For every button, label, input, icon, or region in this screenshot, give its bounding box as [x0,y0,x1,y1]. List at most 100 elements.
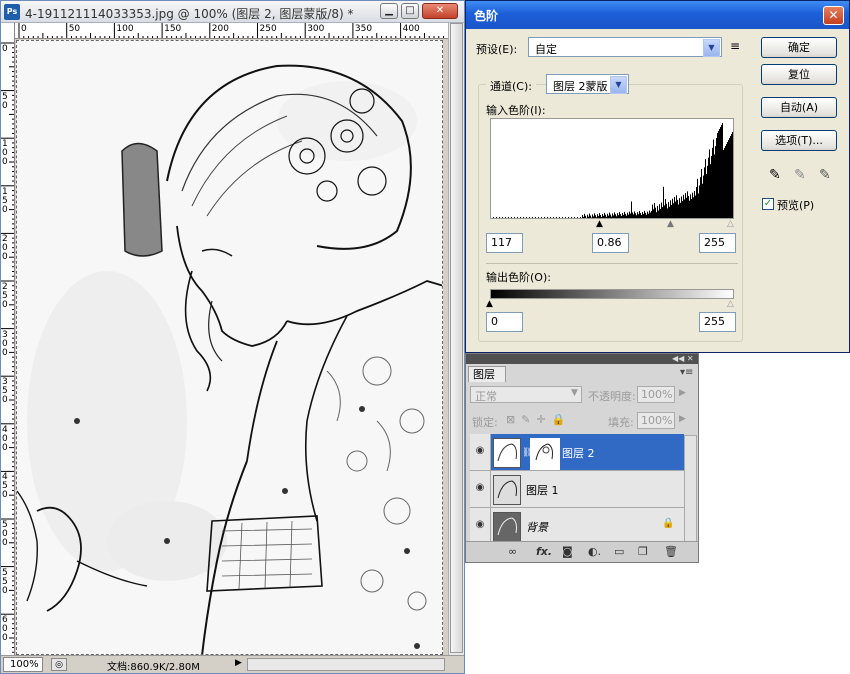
histogram-bar [544,217,545,218]
histogram-bar [621,216,622,218]
histogram-bar [652,204,653,218]
input-white-slider[interactable]: △ [727,219,734,229]
maximize-icon[interactable]: □ [401,3,419,19]
preset-options-icon[interactable]: ≡ [730,39,740,53]
chevron-down-icon: ▼ [571,388,578,398]
options-button[interactable]: 选项(T)... [761,130,837,151]
add-mask-icon[interactable]: ◙ [562,545,573,558]
levels-title-bar[interactable]: 色阶 ✕ [466,1,849,29]
minimize-icon[interactable]: ▁ [380,3,398,19]
vertical-ruler[interactable]: 0 5 0 1 0 0 1 5 0 2 0 0 2 5 0 3 0 0 3 5 0 4 0 0 4… [1,23,15,655]
histogram-bar [724,148,725,218]
ruler-label: 150 [164,24,182,34]
histogram-bar [687,191,688,218]
fill-field[interactable]: 100% [637,412,675,429]
input-white-field[interactable]: 255 [699,233,736,253]
horizontal-ruler[interactable]: 0 50 100 150 200 250 300 350 400 [15,23,449,39]
histogram-bar [655,207,656,218]
input-black-field[interactable]: 117 [486,233,523,253]
white-eyedropper-icon[interactable]: ✎ [819,167,831,183]
preview-label: 预览(P) [777,199,815,212]
histogram-bar [660,208,661,218]
new-layer-icon[interactable]: ❐ [638,545,648,558]
histogram-bar [625,213,626,218]
black-eyedropper-icon[interactable]: ✎ [769,167,781,183]
reset-button[interactable]: 复位 [761,64,837,85]
histogram-bar [635,213,636,218]
horizontal-scrollbar[interactable] [247,658,445,671]
new-group-icon[interactable]: ▭ [614,545,624,558]
layer-row-2[interactable]: ◉ ⛓ 图层 2 [470,434,684,471]
histogram-bar [605,214,606,218]
document-size-info: 文档:860.9K/2.80M [107,662,200,673]
histogram-bar [537,218,538,219]
preview-checkbox[interactable]: ✓ [762,198,774,210]
histogram-bar [697,178,698,218]
histogram-bar [526,217,527,218]
histogram-bar [672,198,673,218]
histogram-bar [675,201,676,218]
channel-label: 通道(C): [486,78,536,94]
output-black-slider[interactable]: ▲ [486,299,493,309]
panel-collapse-icon[interactable]: ◀◀ ✕ [672,354,694,363]
histogram-bar [624,211,625,218]
output-black-field[interactable]: 0 [486,312,523,332]
eye-icon[interactable]: ◉ [470,508,491,544]
status-info-icon[interactable]: ◎ [51,658,67,671]
gray-eyedropper-icon[interactable]: ✎ [794,167,806,183]
preset-select[interactable]: 自定 ▼ [528,37,722,57]
ruler-label: 5 0 [2,91,8,111]
input-gamma-slider[interactable]: ▲ [667,219,674,229]
divider [486,263,738,264]
layer-row-background[interactable]: ◉ 背景 🔒 [470,508,684,545]
trash-icon[interactable]: 🗑 [664,545,678,558]
blend-mode-select[interactable]: 正常 ▼ [470,386,582,403]
channel-select[interactable]: 图层 2蒙版 ▼ [546,74,629,94]
histogram-bar [709,149,710,218]
panel-menu-icon[interactable]: ▾≡ [680,367,693,378]
opacity-arrow-icon[interactable]: ▶ [679,388,686,398]
vertical-scroll-thumb[interactable] [450,23,463,653]
eye-icon[interactable]: ◉ [470,471,491,507]
eye-icon[interactable]: ◉ [470,434,491,470]
layers-scrollbar[interactable] [684,435,697,543]
histogram-bar [552,218,553,219]
tab-layers[interactable]: 图层 [468,366,506,382]
input-black-slider[interactable]: ▲ [596,219,603,229]
histogram-bar [693,197,694,218]
histogram-bar [644,210,645,218]
opacity-field[interactable]: 100% [637,386,675,403]
ok-button[interactable]: 确定 [761,37,837,58]
preset-label: 预设(E): [476,43,518,56]
adjustment-layer-icon[interactable]: ◐. [588,545,601,558]
histogram-bar [639,211,640,218]
input-gamma-field[interactable]: 0.86 [592,233,629,253]
output-white-field[interactable]: 255 [699,312,736,332]
histogram-bar [613,215,614,218]
histogram-bar [556,217,557,218]
histogram-bar [611,216,612,218]
output-white-slider[interactable]: △ [727,299,734,309]
ruler-label: 5 0 0 [2,520,8,548]
document-title-bar[interactable]: Ps 4-191121114033353.jpg @ 100% (图层 2, 图… [1,1,464,23]
status-menu-arrow-icon[interactable]: ▶ [235,658,242,668]
zoom-level[interactable]: 100% [3,657,43,672]
layer-row-1[interactable]: ◉ 图层 1 [470,471,684,508]
close-icon[interactable]: ✕ [422,3,458,19]
panel-header-strip[interactable]: ◀◀ ✕ [466,354,698,364]
auto-button[interactable]: 自动(A) [761,97,837,118]
fill-arrow-icon[interactable]: ▶ [679,414,686,424]
histogram-bar [614,212,615,218]
layers-footer: ∞ fx. ◙ ◐. ▭ ❐ 🗑 [466,541,698,562]
histogram-bar [671,205,672,218]
fx-icon[interactable]: fx. [536,545,552,558]
link-layers-icon[interactable]: ∞ [508,545,517,558]
ruler-label: 2 0 0 [2,234,8,263]
histogram-bar [505,217,506,218]
ruler-label: 50 [68,24,81,34]
vertical-scrollbar[interactable] [448,23,464,655]
image-canvas[interactable] [16,40,443,655]
layer-mask-thumbnail[interactable] [530,438,560,470]
lock-icons[interactable]: ⊠✎✛🔒 [506,413,571,426]
levels-close-icon[interactable]: ✕ [823,6,844,25]
